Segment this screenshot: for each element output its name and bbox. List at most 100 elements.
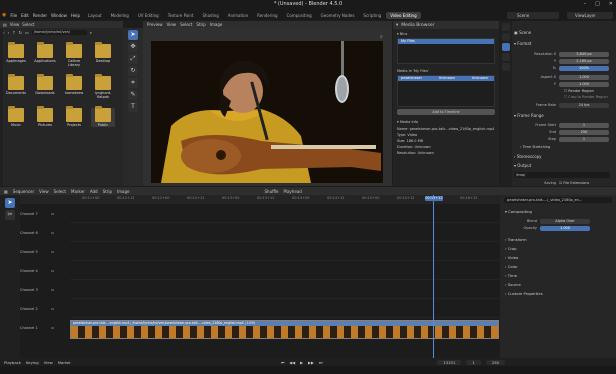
media-row[interactable]: pexelsheser Unknown Unknown [398, 76, 494, 81]
close-icon[interactable]: ✕ [609, 1, 613, 7]
video-section[interactable]: › Video [505, 255, 518, 260]
strip-name-field[interactable]: pexelsheser-pro-talk-...(_video_2160p_en… [504, 197, 612, 203]
zoom-icon[interactable]: ⌕ [380, 34, 383, 40]
folder-item-selected[interactable]: Public [91, 106, 115, 127]
output-section[interactable]: ▾ Output [514, 163, 531, 168]
frame-range-section[interactable]: ▾ Frame Range [514, 113, 544, 118]
collapse-icon[interactable]: ▾ [396, 23, 398, 28]
keying-menu[interactable]: Keying [26, 360, 39, 365]
select-tool-icon[interactable]: ➤ [128, 30, 138, 40]
refresh-icon[interactable]: ↻ [19, 30, 22, 35]
forward-icon[interactable]: › [8, 30, 10, 35]
folder-item[interactable]: Downloads [33, 74, 57, 99]
path-input[interactable]: /home/lynhe/mi/ven/ [31, 29, 87, 35]
transform-section[interactable]: › Transform [505, 237, 527, 242]
menu-image[interactable]: Image [117, 189, 130, 194]
prev-keyframe-icon[interactable]: ◀◀ [289, 360, 295, 365]
jump-end-icon[interactable]: ⏭ [319, 360, 322, 365]
maximize-icon[interactable]: □ [595, 1, 600, 7]
menu-window[interactable]: Window [51, 13, 67, 18]
render-tab-icon[interactable] [502, 33, 510, 41]
output-path-input[interactable]: /tmp/ [514, 172, 610, 178]
folder-item[interactable]: Projects [62, 106, 86, 127]
end-frame-field[interactable]: 250 [485, 359, 506, 365]
menu-view[interactable]: View [10, 22, 20, 27]
view-layer-selector[interactable]: ViewLayer [567, 12, 613, 19]
crop-section[interactable]: › Crop [505, 246, 517, 251]
marker-menu[interactable]: Marker [58, 360, 71, 365]
tab-compositing[interactable]: Compositing [283, 12, 316, 19]
file-extensions-checkbox[interactable]: ☑ File Extensions [559, 181, 589, 185]
menu-image[interactable]: Image [210, 22, 223, 27]
parent-dir-icon[interactable]: ↑ [12, 30, 15, 35]
next-keyframe-icon[interactable]: ▶▶ [308, 360, 314, 365]
format-section[interactable]: ▾ Format [514, 41, 531, 46]
tab-video-editing[interactable]: Video Editing [386, 12, 421, 19]
folder-item[interactable]: Music [4, 106, 28, 127]
scene-tab-icon[interactable] [502, 63, 510, 71]
menu-view[interactable]: View [167, 22, 177, 27]
folder-item[interactable]: lynghard-flatpak [91, 74, 115, 99]
current-frame-field[interactable]: 13151 [437, 359, 462, 365]
time-section[interactable]: › Time [505, 273, 517, 278]
minimize-icon[interactable]: – [584, 1, 587, 7]
menu-strip[interactable]: Strip [196, 22, 205, 27]
compositing-section[interactable]: ▾ Compositing [505, 209, 532, 214]
tab-geometry-nodes[interactable]: Geometry Nodes [317, 12, 359, 19]
folder-item[interactable]: Desktop [91, 42, 115, 67]
folder-item[interactable]: homebrew [62, 74, 86, 99]
scene-selector[interactable]: Scene [507, 12, 559, 19]
tab-uv-editing[interactable]: UV Editing [134, 12, 163, 19]
tab-modeling[interactable]: Modeling [107, 12, 133, 19]
custom-properties-section[interactable]: › Custom Properties [505, 291, 543, 296]
playhead-dropdown[interactable]: Playhead [283, 189, 301, 194]
folder-item[interactable]: Documents [4, 74, 28, 99]
playhead-time[interactable]: 00:15+12 [425, 196, 443, 201]
shuffle-dropdown[interactable]: Shuffle [265, 189, 279, 194]
eyedropper-icon[interactable]: ✎ [128, 90, 138, 100]
tab-shading[interactable]: Shading [199, 12, 223, 19]
tab-animation[interactable]: Animation [224, 12, 252, 19]
folder-item[interactable]: AppImages [4, 42, 28, 67]
view-layer-tab-icon[interactable] [502, 53, 510, 61]
view-menu[interactable]: View [44, 360, 53, 365]
jump-start-icon[interactable]: ⏮ [281, 360, 284, 365]
crop-region-checkbox[interactable]: ☐ Crop to Render Region [564, 95, 608, 99]
menu-select[interactable]: Select [180, 22, 192, 27]
back-icon[interactable]: ‹ [3, 30, 5, 35]
menu-render[interactable]: Render [33, 13, 47, 18]
new-folder-icon[interactable]: ▭ [25, 30, 29, 35]
play-icon[interactable]: ▶ [300, 360, 303, 365]
menu-select[interactable]: Select [54, 189, 66, 194]
tab-texture-paint[interactable]: Texture Paint [164, 12, 198, 19]
tab-scripting[interactable]: Scripting [359, 12, 385, 19]
render-region-checkbox[interactable]: ☐ Render Region [564, 89, 594, 93]
select-tool-icon[interactable]: ➤ [5, 198, 15, 208]
scale-tool-icon[interactable]: ⤢ [128, 54, 138, 64]
menu-help[interactable]: Help [71, 13, 80, 18]
folder-item[interactable]: Applications [33, 42, 57, 67]
sequencer-editor-icon[interactable]: ▦ [4, 189, 8, 194]
crop-tool-icon[interactable]: ⌗ [128, 78, 138, 88]
stereoscopy-section[interactable]: › Stereoscopy [514, 154, 542, 159]
playhead-line[interactable] [433, 195, 434, 358]
movie-strip[interactable]: pexelsheser-pro-talk-...english.mp4 | /h… [70, 320, 499, 339]
folder-item[interactable]: Calibre Library [62, 42, 86, 67]
menu-view[interactable]: View [39, 189, 49, 194]
color-section[interactable]: › Color [505, 264, 518, 269]
source-section[interactable]: › Source [505, 282, 521, 287]
start-frame-field[interactable]: 1 [466, 359, 481, 365]
search-icon[interactable]: ⌕ [90, 30, 92, 35]
rotate-tool-icon[interactable]: ↻ [128, 66, 138, 76]
blender-logo-icon[interactable]: ◉ [2, 12, 6, 18]
blade-tool-icon[interactable]: ✂ [5, 210, 15, 220]
file-browser-icon[interactable]: ▤ [3, 22, 7, 27]
output-tab-icon[interactable] [502, 43, 510, 51]
menu-add[interactable]: Add [90, 189, 98, 194]
time-stretching-section[interactable]: › Time Stretching [520, 145, 550, 149]
tab-layout[interactable]: Layout [84, 12, 106, 19]
tool-tab-icon[interactable] [502, 23, 510, 31]
menu-edit[interactable]: Edit [21, 13, 29, 18]
menu-select[interactable]: Select [22, 22, 34, 27]
menu-strip[interactable]: Strip [103, 189, 112, 194]
